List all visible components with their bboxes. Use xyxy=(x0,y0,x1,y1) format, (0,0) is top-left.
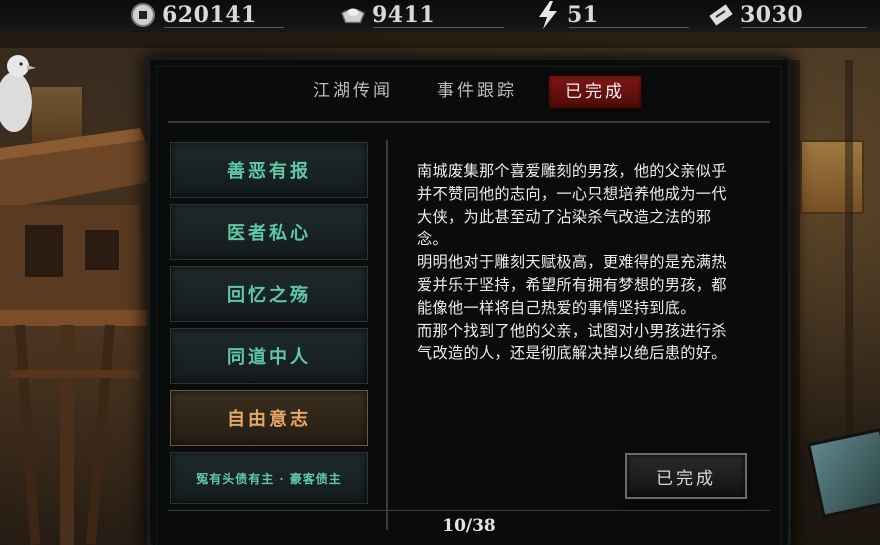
page-counter: 10/38 xyxy=(442,516,496,536)
description-paragraph: 南城废集那个喜爱雕刻的男孩，他的父亲似乎并不赞同他的志向，一心只想培养他成为一代… xyxy=(417,162,727,249)
resource-bar: 620141 9411 51 3030 xyxy=(0,0,880,32)
quest-item[interactable]: 医者私心 xyxy=(170,204,368,260)
completed-status-button[interactable]: 已完成 xyxy=(625,453,747,499)
tab-rumors[interactable]: 江湖传闻 xyxy=(298,75,408,107)
tab-divider xyxy=(168,121,770,123)
quest-item[interactable]: 同道中人 xyxy=(170,328,368,384)
quest-item[interactable]: 冤有头债有主 · 豪客债主 xyxy=(170,452,368,504)
silver-ingot-icon xyxy=(340,2,366,28)
coin-resource: 620141 xyxy=(130,0,284,30)
description-paragraph: 而那个找到了他的父亲，试图对小男孩进行杀气改造的人，还是彻底解决掉以绝后患的好。 xyxy=(417,321,727,363)
tab-tracking[interactable]: 事件跟踪 xyxy=(422,75,532,107)
quest-item-selected[interactable]: 自由意志 xyxy=(170,390,368,446)
energy-resource: 51 xyxy=(535,0,689,30)
birdhouse-decoration xyxy=(0,128,160,545)
ticket-value: 3030 xyxy=(740,2,804,28)
column-divider xyxy=(386,140,388,530)
quest-description[interactable]: 南城废集那个喜爱雕刻的男孩，他的父亲似乎并不赞同他的志向，一心只想培养他成为一代… xyxy=(417,160,742,408)
ticket-icon xyxy=(708,2,734,28)
silver-value: 9411 xyxy=(372,2,436,28)
lightning-icon xyxy=(535,1,561,29)
pager-divider xyxy=(168,510,770,511)
tab-completed[interactable]: 已完成 xyxy=(548,75,642,109)
description-paragraph: 明明他对于雕刻天赋极高，更难得的是充满热爱并乐于坚持，希望所有拥有梦想的男孩，都… xyxy=(417,253,727,317)
coin-value: 620141 xyxy=(162,2,257,28)
silver-resource: 9411 xyxy=(340,0,504,30)
tab-bar: 江湖传闻 事件跟踪 已完成 xyxy=(150,60,788,118)
quest-item[interactable]: 回忆之殇 xyxy=(170,266,368,322)
quest-log-panel: 江湖传闻 事件跟踪 已完成 善恶有报 医者私心 回忆之殇 同道中人 自由意志 冤… xyxy=(150,60,788,545)
background-monitor xyxy=(806,427,880,519)
quest-item[interactable]: 善恶有报 xyxy=(170,142,368,198)
energy-value: 51 xyxy=(567,2,599,28)
coin-icon xyxy=(130,2,156,28)
ticket-resource: 3030 xyxy=(708,0,867,30)
